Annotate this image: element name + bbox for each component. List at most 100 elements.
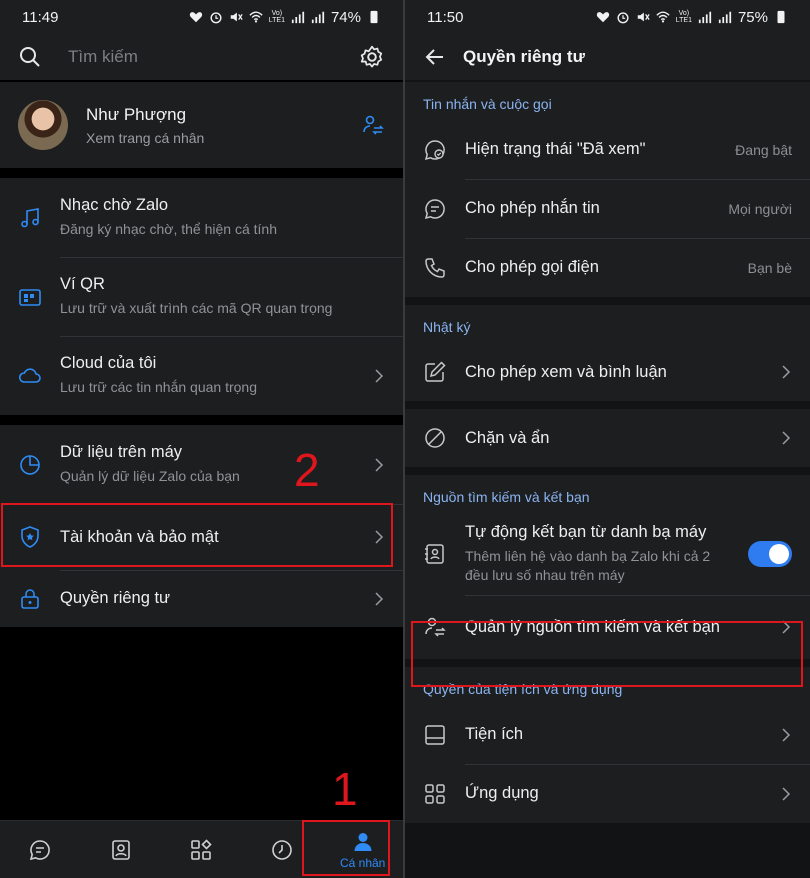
left-screen: 11:49 Vo) LTE1 74% Tìm kiếm Như Phượng Xe… (0, 0, 403, 878)
music-note-icon (21, 207, 39, 227)
status-bar: 11:49 Vo) LTE1 74% (0, 0, 403, 34)
section-title: Tin nhắn và cuộc gọi (423, 96, 552, 112)
lte-indicator: Vo) LTE1 (268, 10, 285, 24)
qr-wallet-icon (19, 288, 41, 306)
chevron-right-icon (375, 457, 384, 472)
account-group: Dữ liệu trên máy Quản lý dữ liệu Zalo củ… (0, 425, 403, 627)
edit-icon (425, 361, 446, 382)
section-title: Nhật ký (423, 319, 471, 335)
menu-item-title: Tài khoản và bảo mật (60, 527, 219, 546)
setting-title: Tiện ích (465, 725, 524, 743)
battery-level: 75% (737, 8, 768, 26)
setting-manage-sources[interactable]: Quản lý nguồn tìm kiếm và kết bạn (405, 595, 810, 659)
status-icons: Vo) LTE1 75% (596, 9, 788, 26)
wifi-icon (249, 11, 263, 23)
chat-bubble-icon[interactable] (28, 838, 52, 862)
setting-view-comment[interactable]: Cho phép xem và bình luận (405, 343, 810, 401)
search-bar[interactable]: Tìm kiếm (0, 34, 403, 80)
menu-item-ringtone[interactable]: Nhạc chờ Zalo Đăng ký nhạc chờ, thể hiện… (0, 178, 403, 257)
pie-chart-icon (20, 454, 40, 475)
toggle-knob (769, 544, 789, 564)
signal-icon-2 (718, 11, 732, 24)
profile-card[interactable]: Như Phượng Xem trang cá nhân (0, 82, 403, 168)
heart-icon (189, 12, 202, 23)
auto-add-toggle[interactable] (748, 541, 792, 567)
contact-book-icon (425, 544, 444, 564)
nav-contacts[interactable] (81, 838, 162, 862)
apps-section: Quyền của tiện ích và ứng dụng Tiện ích … (405, 667, 810, 823)
battery-level: 74% (330, 8, 361, 26)
messages-section: Tin nhắn và cuộc gọi Hiện trạng thái "Đã… (405, 82, 810, 297)
battery-icon (370, 10, 378, 24)
nav-timeline[interactable] (242, 838, 323, 862)
block-icon (425, 428, 445, 448)
chevron-right-icon (782, 727, 791, 742)
signal-icon (698, 11, 712, 24)
setting-title: Cho phép xem và bình luận (465, 362, 667, 381)
right-screen: 11:50 Vo) LTE1 75% Quyền riêng tư Tin nhắ… (405, 0, 810, 878)
mute-icon (637, 12, 650, 22)
setting-subtitle: Thêm liên hệ vào danh bạ Zalo khi cả 2 đ… (465, 548, 711, 583)
utility-window-icon (425, 724, 445, 745)
menu-item-subtitle: Quản lý dữ liệu Zalo của bạn (60, 468, 240, 484)
setting-value: Đang bật (735, 141, 792, 158)
apps-grid-icon[interactable] (189, 838, 213, 862)
setting-apps[interactable]: Ứng dụng (405, 764, 810, 823)
seen-status-icon (424, 139, 445, 160)
setting-title: Quản lý nguồn tìm kiếm và kết bạn (465, 617, 720, 636)
setting-block-hide[interactable]: Chặn và ẩn (405, 409, 810, 467)
search-icon[interactable] (18, 45, 42, 69)
setting-allow-messages[interactable]: Cho phép nhắn tin Mọi người (405, 179, 810, 238)
contacts-icon[interactable] (109, 838, 133, 862)
setting-seen-status[interactable]: Hiện trạng thái "Đã xem" Đang bật (405, 120, 810, 179)
switch-account-icon[interactable] (361, 113, 385, 137)
menu-item-title: Quyền riêng tư (60, 589, 171, 607)
signal-icon-2 (311, 11, 325, 24)
gear-icon[interactable] (359, 44, 385, 70)
lock-icon (21, 588, 39, 609)
setting-allow-calls[interactable]: Cho phép gọi điện Bạn bè (405, 238, 810, 297)
chevron-right-icon (782, 365, 791, 379)
nav-discover[interactable] (161, 838, 242, 862)
step-number-2: 2 (294, 444, 320, 496)
header: Quyền riêng tư (405, 34, 810, 80)
menu-item-cloud[interactable]: Cloud của tôi Lưu trữ các tin nhắn quan … (0, 336, 403, 415)
menu-item-title: Cloud của tôi (60, 354, 157, 372)
section-title: Quyền của tiện ích và ứng dụng (423, 681, 623, 697)
step-number-1: 1 (332, 763, 358, 815)
status-time: 11:49 (22, 8, 59, 26)
avatar[interactable] (18, 100, 68, 150)
back-arrow-icon[interactable] (423, 45, 447, 69)
setting-title: Cho phép gọi điện (465, 258, 599, 276)
search-input[interactable]: Tìm kiếm (68, 47, 359, 67)
nav-messages[interactable] (0, 838, 81, 862)
shield-icon (21, 526, 39, 548)
chevron-right-icon (782, 786, 791, 801)
sources-section: Nguồn tìm kiếm và kết bạn Tự động kết bạ… (405, 475, 810, 659)
menu-item-device-data[interactable]: Dữ liệu trên máy Quản lý dữ liệu Zalo củ… (0, 425, 403, 504)
chevron-right-icon (375, 591, 384, 606)
menu-item-subtitle: Lưu trữ các tin nhắn quan trọng (60, 379, 257, 395)
chevron-right-icon (782, 431, 791, 445)
person-icon[interactable] (351, 830, 375, 854)
nav-profile[interactable]: Cá nhân (322, 830, 403, 870)
status-icons: Vo) LTE1 74% (189, 9, 381, 26)
status-time: 11:50 (427, 8, 464, 26)
menu-item-qr-wallet[interactable]: Ví QR Lưu trữ và xuất trình các mã QR qu… (0, 257, 403, 336)
clock-icon[interactable] (270, 838, 294, 862)
signal-icon (291, 11, 305, 24)
setting-title: Cho phép nhắn tin (465, 199, 600, 217)
menu-item-title: Ví QR (60, 275, 105, 293)
setting-value: Bạn bè (747, 259, 792, 276)
setting-utilities[interactable]: Tiện ích (405, 705, 810, 764)
chevron-right-icon (375, 530, 384, 544)
menu-item-account-security[interactable]: Tài khoản và bảo mật (0, 504, 403, 570)
menu-item-subtitle: Lưu trữ và xuất trình các mã QR quan trọ… (60, 300, 333, 316)
setting-auto-add-contacts[interactable]: Tự động kết bạn từ danh bạ máy Thêm liên… (405, 513, 810, 595)
menu-item-title: Dữ liệu trên máy (60, 443, 183, 461)
lte-indicator: Vo) LTE1 (675, 10, 692, 24)
message-icon (424, 198, 445, 219)
menu-item-privacy[interactable]: Quyền riêng tư (0, 570, 403, 627)
apps-grid-icon (425, 783, 445, 804)
mute-icon (230, 12, 243, 22)
